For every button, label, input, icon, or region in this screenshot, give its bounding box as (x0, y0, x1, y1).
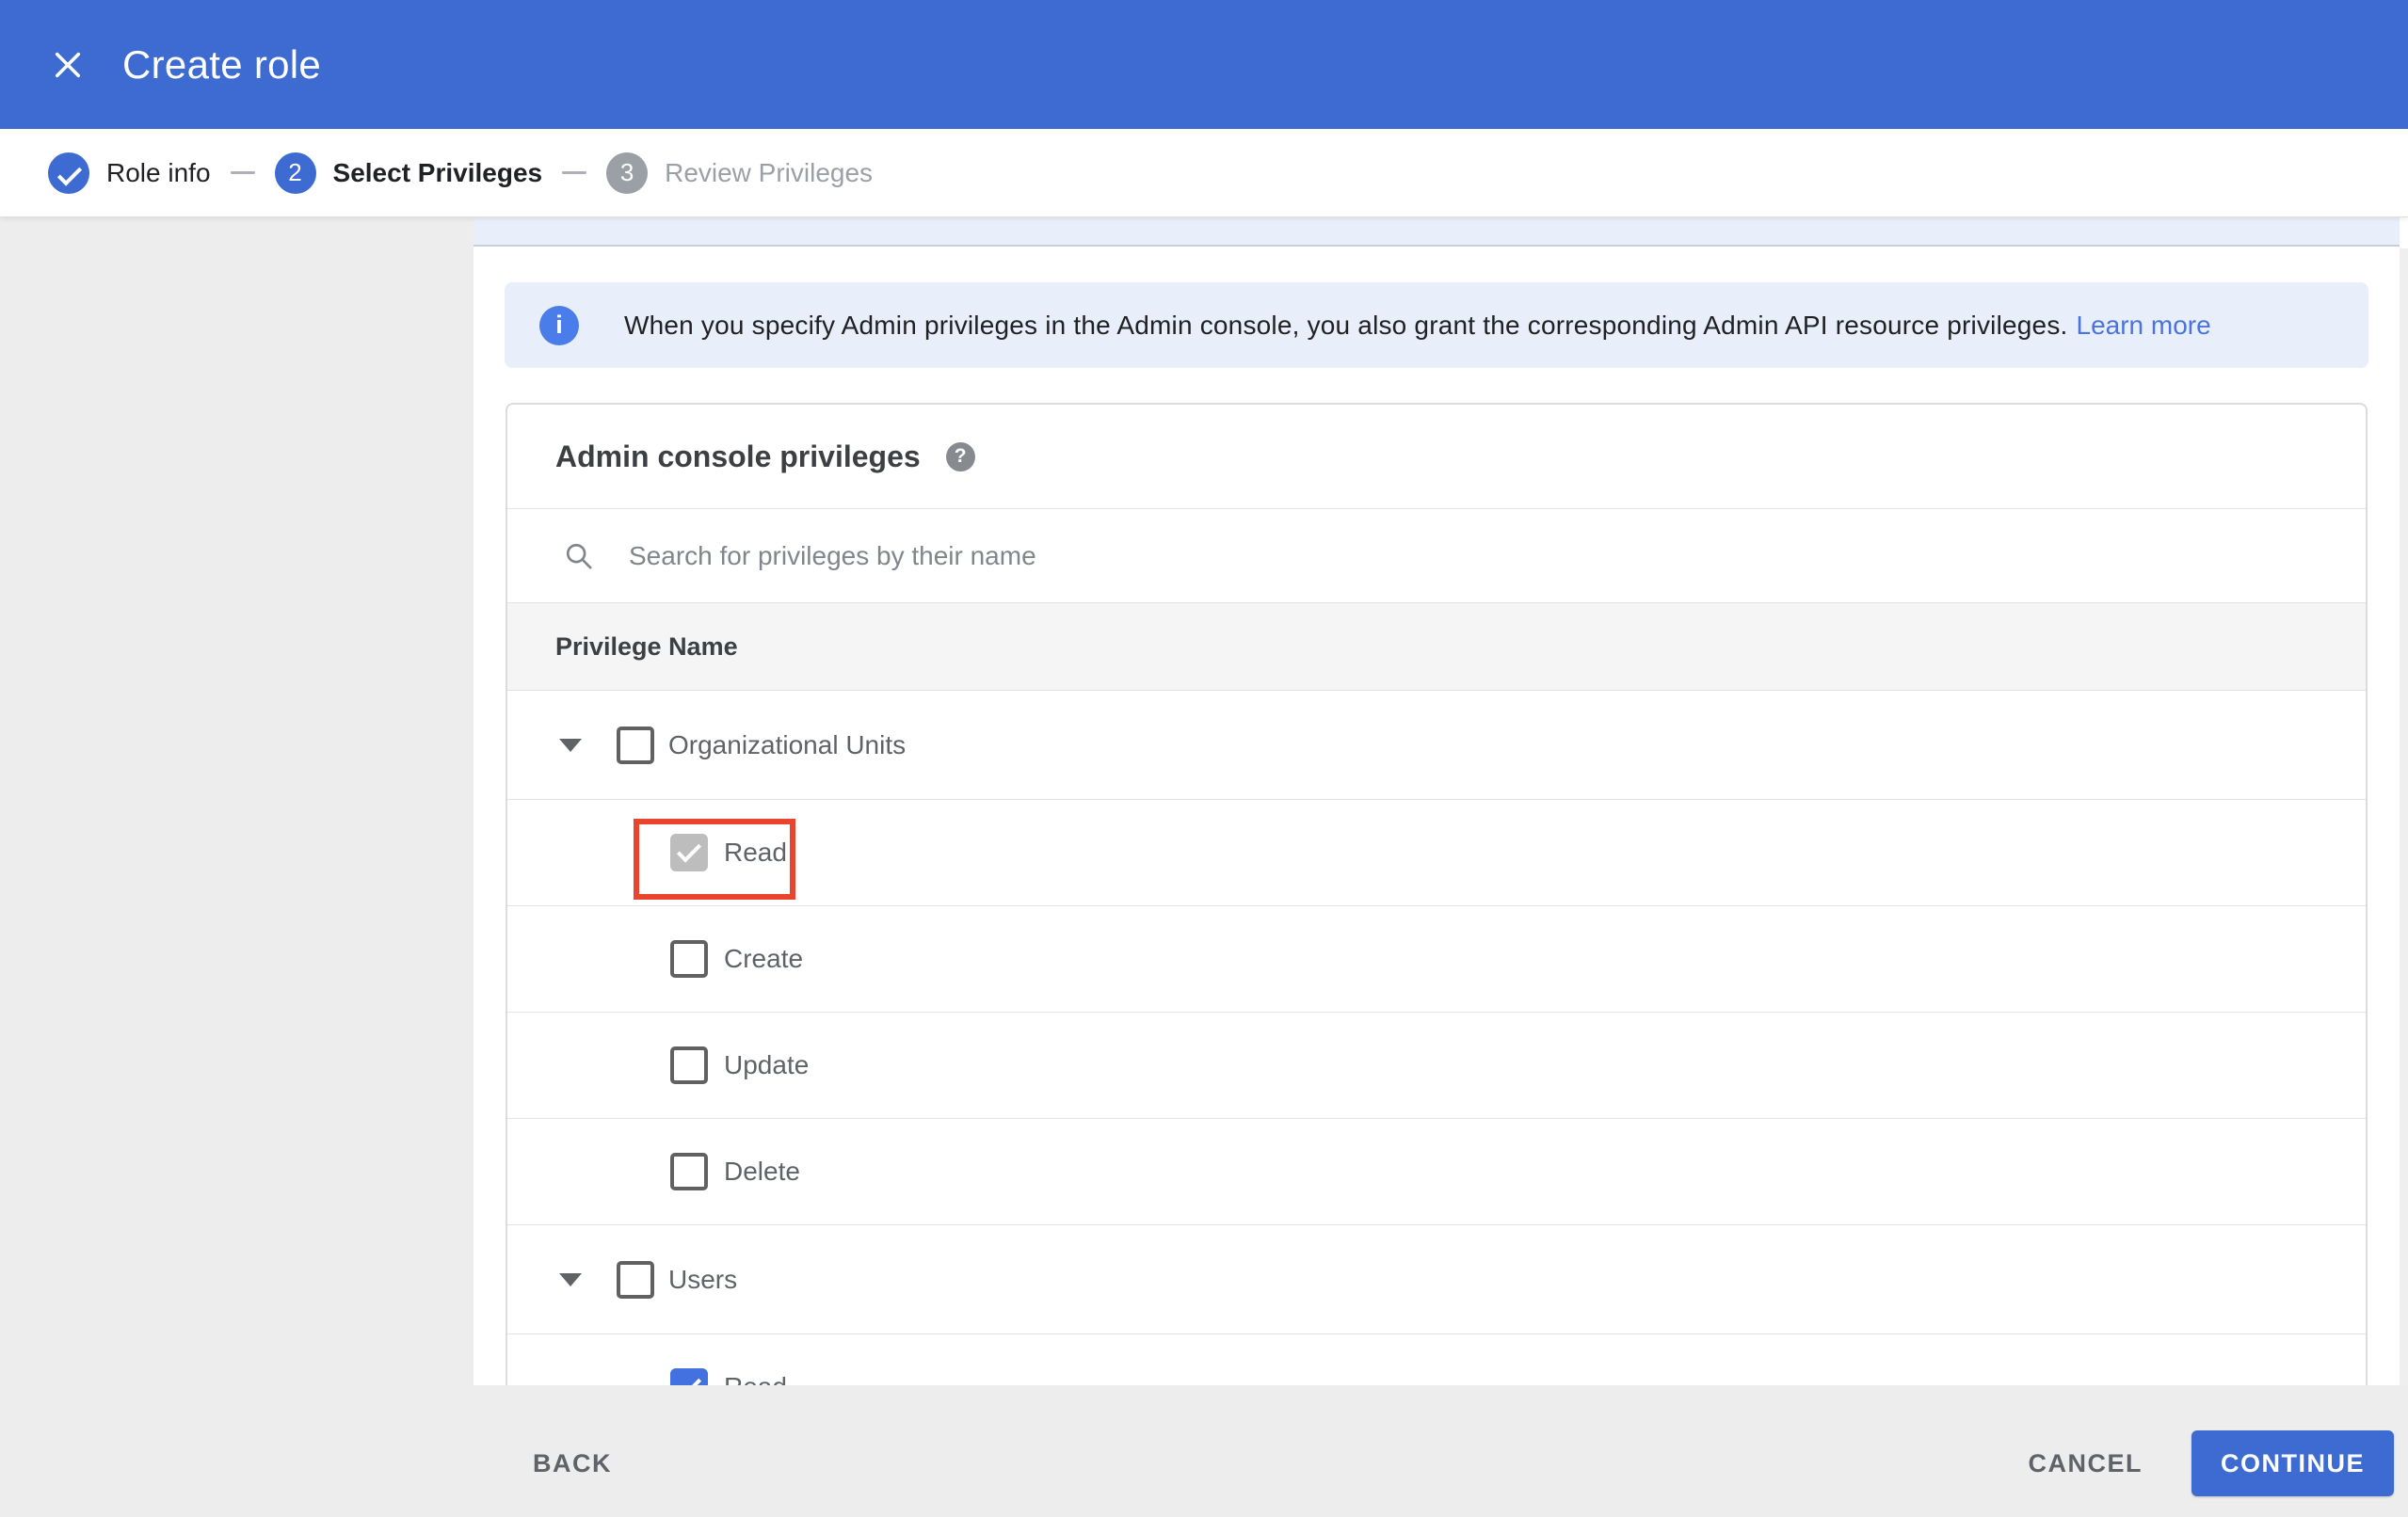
step-label: Role info (106, 157, 211, 187)
step-number-circle: 2 (274, 152, 316, 194)
step-separator (230, 171, 255, 174)
privilege-row-users: Users (507, 1225, 2366, 1334)
privilege-checkbox-users[interactable] (617, 1260, 654, 1299)
main-area: i When you specify Admin privileges in t… (0, 217, 2408, 1385)
info-banner: i When you specify Admin privileges in t… (505, 282, 2368, 368)
privilege-label: Delete (724, 1157, 800, 1186)
scrollbar-track[interactable] (2400, 248, 2408, 1385)
scrolled-element-edge (474, 217, 2400, 247)
info-banner-text: When you specify Admin privileges in the… (624, 310, 2068, 340)
stepper: Role info 2 Select Privileges 3 Review P… (0, 129, 2408, 217)
check-icon (58, 168, 79, 179)
privilege-label: Read (724, 838, 787, 867)
back-button[interactable]: BACK (533, 1430, 612, 1496)
step-label: Review Privileges (665, 157, 874, 187)
continue-button[interactable]: CONTINUE (2191, 1430, 2394, 1496)
privilege-row-read: Read (507, 1334, 2366, 1385)
help-icon[interactable]: ? (945, 441, 975, 471)
privilege-checkbox-create[interactable] (670, 940, 708, 978)
privilege-label: Read (724, 1372, 787, 1385)
privilege-row-read: Read (507, 800, 2366, 906)
step-number-circle: 3 (606, 152, 649, 194)
privilege-label: Organizational Units (668, 729, 907, 759)
step-review-privileges[interactable]: 3 Review Privileges (606, 152, 873, 194)
expand-arrow-icon[interactable] (559, 738, 582, 752)
left-panel (0, 217, 474, 1385)
search-icon (566, 543, 592, 569)
privilege-checkbox-organizational-units[interactable] (617, 726, 654, 764)
privilege-checkbox-read[interactable] (670, 1368, 708, 1385)
expand-arrow-icon[interactable] (559, 1272, 582, 1286)
privilege-search-row (507, 508, 2366, 602)
privilege-checkbox-update[interactable] (670, 1046, 708, 1084)
privilege-checkbox-read[interactable] (670, 834, 708, 871)
step-select-privileges[interactable]: 2 Select Privileges (274, 152, 543, 194)
footer-bar: BACK CANCEL CONTINUE (0, 1385, 2408, 1517)
privileges-table-body: Organizational Units Read Create Update Dele… (507, 691, 2366, 1385)
privilege-row-update: Update (507, 1013, 2366, 1119)
privilege-row-organizational-units: Organizational Units (507, 691, 2366, 800)
column-header-privilege-name: Privilege Name (555, 631, 738, 661)
step-label: Select Privileges (332, 157, 543, 187)
learn-more-link[interactable]: Learn more (2077, 311, 2211, 341)
info-icon: i (539, 305, 579, 345)
table-header-row: Privilege Name (507, 602, 2366, 691)
admin-console-privileges-card: Admin console privileges ? Privilege Nam… (506, 403, 2368, 1385)
privilege-label: Update (724, 1050, 810, 1079)
content-panel: i When you specify Admin privileges in t… (474, 217, 2408, 1385)
close-icon (55, 52, 81, 77)
dialog-header: Create role (0, 0, 2408, 129)
card-title: Admin console privileges (555, 439, 921, 473)
step-complete-circle (48, 152, 89, 194)
page-title: Create role (122, 41, 322, 87)
cancel-button[interactable]: CANCEL (2029, 1430, 2143, 1496)
card-title-row: Admin console privileges ? (507, 405, 2366, 508)
close-button[interactable] (38, 35, 98, 95)
step-separator (562, 171, 587, 174)
privilege-checkbox-delete[interactable] (670, 1153, 708, 1190)
step-role-info[interactable]: Role info (48, 152, 211, 194)
search-input[interactable] (629, 540, 2366, 571)
privilege-label: Create (724, 944, 804, 973)
privilege-row-create: Create (507, 906, 2366, 1013)
privilege-label: Users (668, 1264, 738, 1294)
privilege-row-delete: Delete (507, 1119, 2366, 1225)
